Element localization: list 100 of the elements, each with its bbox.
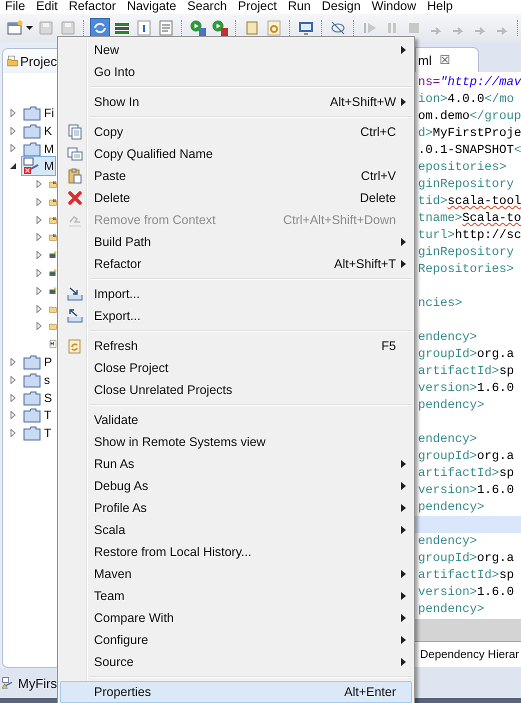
menu-item[interactable]: Close Project [60,357,412,379]
menu-item[interactable]: Show in Remote Systems view [60,431,412,453]
export-icon [67,308,83,324]
menu-item[interactable]: Run [286,0,318,12]
expand-arrow-icon[interactable] [9,358,17,366]
editor-page-tab[interactable]: Dependency Hierar [415,648,520,660]
expand-arrow-icon[interactable] [9,376,17,384]
menu-item[interactable]: Source [60,651,412,673]
menu-item[interactable]: Copy Ctrl+C [60,121,412,143]
tree-item[interactable]: M [21,156,56,176]
menu-item[interactable]: Configure [60,629,412,651]
expand-arrow-icon[interactable] [35,304,43,313]
code-line: d>MyFirstProje [417,125,521,142]
run-icon[interactable] [211,19,229,37]
expand-arrow-icon[interactable] [9,429,17,438]
menu-item[interactable]: Help [426,0,460,12]
tree-item[interactable]: S [21,388,54,407]
run-icon[interactable] [189,19,207,37]
document-icon[interactable] [157,19,175,37]
code-line: ncies> [417,295,464,312]
menu-item[interactable]: Refresh F5 [60,335,412,357]
expand-arrow-icon[interactable] [35,286,43,295]
tree-item[interactable]: K [21,122,54,140]
folder-icon [23,354,41,370]
tree-item[interactable]: s [21,370,52,389]
menu-item[interactable]: Refactor Alt+Shift+T [60,253,412,275]
code-line: epositories> [417,159,508,176]
folder-icon [23,140,41,156]
menu-item[interactable]: Profile As [60,497,412,519]
code-line: endency> [417,431,478,448]
tree-item[interactable]: P [21,353,54,372]
eye-icon[interactable] [329,19,347,37]
import-icon [67,286,83,302]
submenu-arrow-icon [401,526,406,534]
code-line: groupId>org.a [417,550,515,567]
menu-item[interactable]: Show In Alt+Shift+W [60,91,412,113]
menu-item[interactable]: Window [370,0,424,12]
code-line: tname>Scala-to [417,210,521,227]
code-line: pendency> [417,499,486,516]
menu-item[interactable]: New [60,39,412,61]
expand-arrow-icon[interactable] [9,126,17,135]
tree-item[interactable]: M [21,140,56,158]
tree-item[interactable]: Fi [21,104,56,122]
expand-arrow-icon[interactable] [35,233,43,242]
code-line: ginRepository [417,176,515,193]
menu-item[interactable]: Maven [60,563,412,585]
menu-item[interactable]: Run As [60,453,412,475]
expand-arrow-icon[interactable] [35,251,43,260]
menu-item[interactable]: Restore from Local History... [60,541,412,563]
close-icon[interactable]: ☒ [440,53,451,67]
expand-arrow-icon[interactable] [35,322,43,330]
sync-icon[interactable] [91,19,109,37]
menu-item[interactable]: Paste Ctrl+V [60,165,412,187]
menu-item[interactable]: Properties Alt+Enter [60,681,412,703]
expand-arrow-icon[interactable] [9,144,17,152]
expand-arrow-icon[interactable] [35,216,43,224]
menu-item[interactable]: Refactor [68,0,123,12]
menu-item[interactable]: File [4,0,32,12]
info-icon[interactable] [135,19,153,37]
expand-arrow-icon[interactable] [9,394,17,402]
menu-item[interactable]: Go Into [60,61,412,83]
menu-item[interactable]: Export... [60,305,412,327]
code-line: pendency> [417,397,486,414]
code-line: tid>scala-tool [417,193,521,210]
menu-item[interactable]: Delete Delete [60,187,412,209]
expand-arrow-icon[interactable] [35,180,43,188]
menu-item[interactable]: Debug As [60,475,412,497]
submenu-arrow-icon [401,482,406,490]
folder-icon [7,53,18,69]
expand-arrow-icon[interactable] [9,108,17,117]
menu-item[interactable]: Close Unrelated Projects [60,379,412,401]
caret-icon[interactable] [26,26,33,30]
editor-tab[interactable]: ml ☒ [415,47,479,72]
menu-item[interactable]: Validate [60,409,412,431]
menu-item[interactable]: Import... [60,283,412,305]
menu-item[interactable]: Scala [60,519,412,541]
project-icon [23,157,41,176]
scrollbar[interactable] [415,619,521,641]
save-icon[interactable] [59,19,77,37]
menu-item[interactable]: Search [186,0,234,12]
submenu-arrow-icon [401,460,406,468]
menu-item[interactable]: Copy Qualified Name [60,143,412,165]
code-line: om.demo</group [417,108,521,125]
menu-item[interactable]: Design [320,0,368,12]
new-file-icon[interactable] [6,19,24,37]
menu-item[interactable]: Edit [35,0,65,12]
monitor-icon[interactable] [297,19,315,37]
tree-item[interactable]: T [21,424,54,442]
folder-icon [23,390,41,406]
menu-item[interactable]: Project [236,0,284,12]
expand-arrow-icon[interactable] [35,198,43,206]
menu-item[interactable]: Navigate [126,0,184,12]
menu-item[interactable]: Build Path [60,231,412,253]
folder-icon [23,122,41,139]
tree-item[interactable]: T [21,406,54,424]
expand-arrow-icon[interactable] [9,411,17,420]
menu-item[interactable]: Team [60,585,412,607]
expand-arrow-icon[interactable] [35,269,43,278]
menu-item[interactable]: Compare With [60,607,412,629]
collapse-arrow-icon[interactable] [9,162,17,170]
